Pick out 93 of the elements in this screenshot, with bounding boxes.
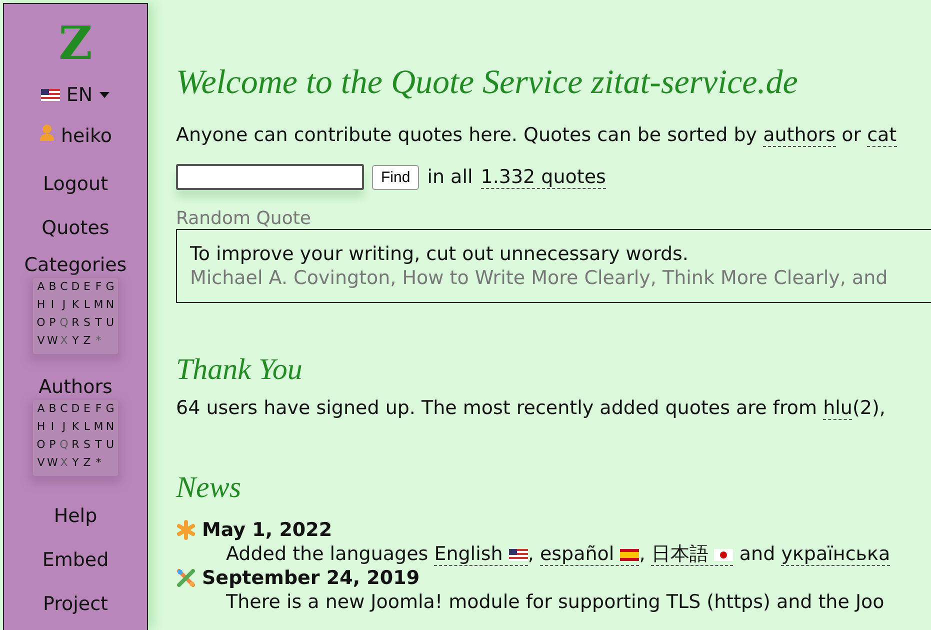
- user-link[interactable]: heiko: [39, 110, 112, 162]
- flag-icon: [620, 548, 640, 561]
- language-menu[interactable]: EN: [41, 80, 110, 110]
- letter-link[interactable]: O: [35, 314, 47, 332]
- letter-link[interactable]: R: [70, 436, 82, 454]
- section-label: Random Quote: [176, 208, 312, 229]
- letter-link[interactable]: D: [70, 278, 82, 296]
- letter-link[interactable]: P: [46, 436, 58, 454]
- link[interactable]: authors: [763, 124, 836, 147]
- letter-link[interactable]: U: [104, 436, 116, 454]
- letter-link[interactable]: H: [35, 296, 47, 314]
- letter-link[interactable]: S: [81, 314, 93, 332]
- link[interactable]: español: [540, 543, 640, 566]
- letter-link[interactable]: A: [35, 400, 47, 418]
- letter-link[interactable]: V: [35, 454, 47, 472]
- letter-link[interactable]: H: [35, 418, 47, 436]
- news-date: September 24, 2019: [202, 567, 420, 589]
- letter-link[interactable]: A: [35, 278, 47, 296]
- letter-link: X: [59, 455, 69, 471]
- letter-link[interactable]: *: [92, 454, 104, 472]
- letter-link[interactable]: J: [58, 418, 70, 436]
- flag-icon: [714, 548, 734, 561]
- letter-link[interactable]: M: [92, 296, 104, 314]
- page-title: Welcome to the Quote Service zitat-service.de: [176, 64, 799, 102]
- letter-link[interactable]: V: [35, 332, 47, 350]
- sidebar-link[interactable]: Project: [42, 582, 108, 626]
- letter-link[interactable]: W: [46, 454, 58, 472]
- link[interactable]: cat: [867, 124, 897, 147]
- quote-source: Michael A. Covington, How to Write More Clearly, Think More Clearly, and: [190, 266, 889, 290]
- letter-link: *: [94, 333, 102, 349]
- link[interactable]: hlu: [823, 397, 852, 420]
- letter-link[interactable]: W: [46, 332, 58, 350]
- quote-count-link[interactable]: 1.332 quotes: [480, 166, 606, 188]
- sidebar-link[interactable]: Help: [54, 494, 98, 538]
- link[interactable]: 日本語: [651, 543, 734, 566]
- letter-link[interactable]: T: [92, 436, 104, 454]
- letter-link[interactable]: M: [92, 418, 104, 436]
- caret-icon: [98, 92, 110, 98]
- link[interactable]: українська: [781, 543, 890, 566]
- sidebar-link[interactable]: Categories: [24, 252, 127, 278]
- letter-link[interactable]: E: [81, 400, 93, 418]
- letter-link[interactable]: F: [92, 278, 104, 296]
- section-heading: Thank You: [176, 353, 304, 387]
- sidebar-link[interactable]: Logout: [42, 162, 108, 206]
- letter-link[interactable]: I: [46, 296, 58, 314]
- letter-link[interactable]: E: [81, 278, 93, 296]
- letter-link[interactable]: Z: [81, 332, 93, 350]
- letter-link[interactable]: N: [104, 296, 116, 314]
- letter-link[interactable]: F: [92, 400, 104, 418]
- letter-link[interactable]: Y: [70, 332, 82, 350]
- letter-link[interactable]: I: [46, 418, 58, 436]
- letter-link[interactable]: K: [70, 418, 82, 436]
- news-date: May 1, 2022: [202, 519, 332, 541]
- letter-link: Q: [58, 315, 70, 331]
- letter-link[interactable]: C: [58, 278, 70, 296]
- letter-link[interactable]: C: [58, 400, 70, 418]
- sidebar-link[interactable]: Authors: [38, 374, 112, 400]
- search-field[interactable]: [176, 164, 364, 190]
- cross-logo-icon: [176, 568, 196, 588]
- letter-link[interactable]: L: [81, 418, 93, 436]
- letter-link[interactable]: Z: [81, 454, 93, 472]
- flag-icon: [508, 548, 528, 561]
- letter-link: Q: [58, 437, 70, 453]
- link[interactable]: English: [434, 543, 528, 566]
- letter-link[interactable]: T: [92, 314, 104, 332]
- letter-link[interactable]: G: [104, 400, 116, 418]
- intro-text: Anyone can contribute quotes here. Quotes can be sorted by authors or cat: [176, 123, 898, 148]
- letter-link[interactable]: P: [46, 314, 58, 332]
- find-button[interactable]: Find: [372, 164, 420, 190]
- letter-link[interactable]: D: [70, 400, 82, 418]
- letter-link: X: [59, 333, 69, 349]
- section-heading: News: [176, 471, 242, 505]
- letter-link[interactable]: B: [46, 400, 58, 418]
- news-text: There is a new Joomla! module for supporting TLS (https) and the Joo: [225, 590, 886, 615]
- sidebar-link[interactable]: Quotes: [42, 206, 110, 250]
- letter-link[interactable]: S: [81, 436, 93, 454]
- letter-link[interactable]: O: [35, 436, 47, 454]
- letter-link[interactable]: L: [81, 296, 93, 314]
- quote-text: To improve your writing, cut out unnecessary words.: [190, 242, 690, 266]
- thanks-text: 64 users have signed up. The most recently added quotes are from hlu(2),: [176, 396, 886, 421]
- search-count-label: in all: [427, 166, 473, 188]
- letter-link[interactable]: U: [104, 314, 116, 332]
- letter-link[interactable]: Y: [70, 454, 82, 472]
- letter-link[interactable]: N: [104, 418, 116, 436]
- asterisk-icon: [176, 520, 196, 540]
- letter-link[interactable]: K: [70, 296, 82, 314]
- letter-link[interactable]: J: [58, 296, 70, 314]
- sidebar-link[interactable]: Embed: [42, 538, 109, 582]
- user-icon: [39, 123, 56, 141]
- letter-link[interactable]: B: [46, 278, 58, 296]
- news-text: Added the languages English , español , 日本語 and українська: [225, 542, 892, 567]
- letter-link[interactable]: G: [104, 278, 116, 296]
- letter-link[interactable]: R: [70, 314, 82, 332]
